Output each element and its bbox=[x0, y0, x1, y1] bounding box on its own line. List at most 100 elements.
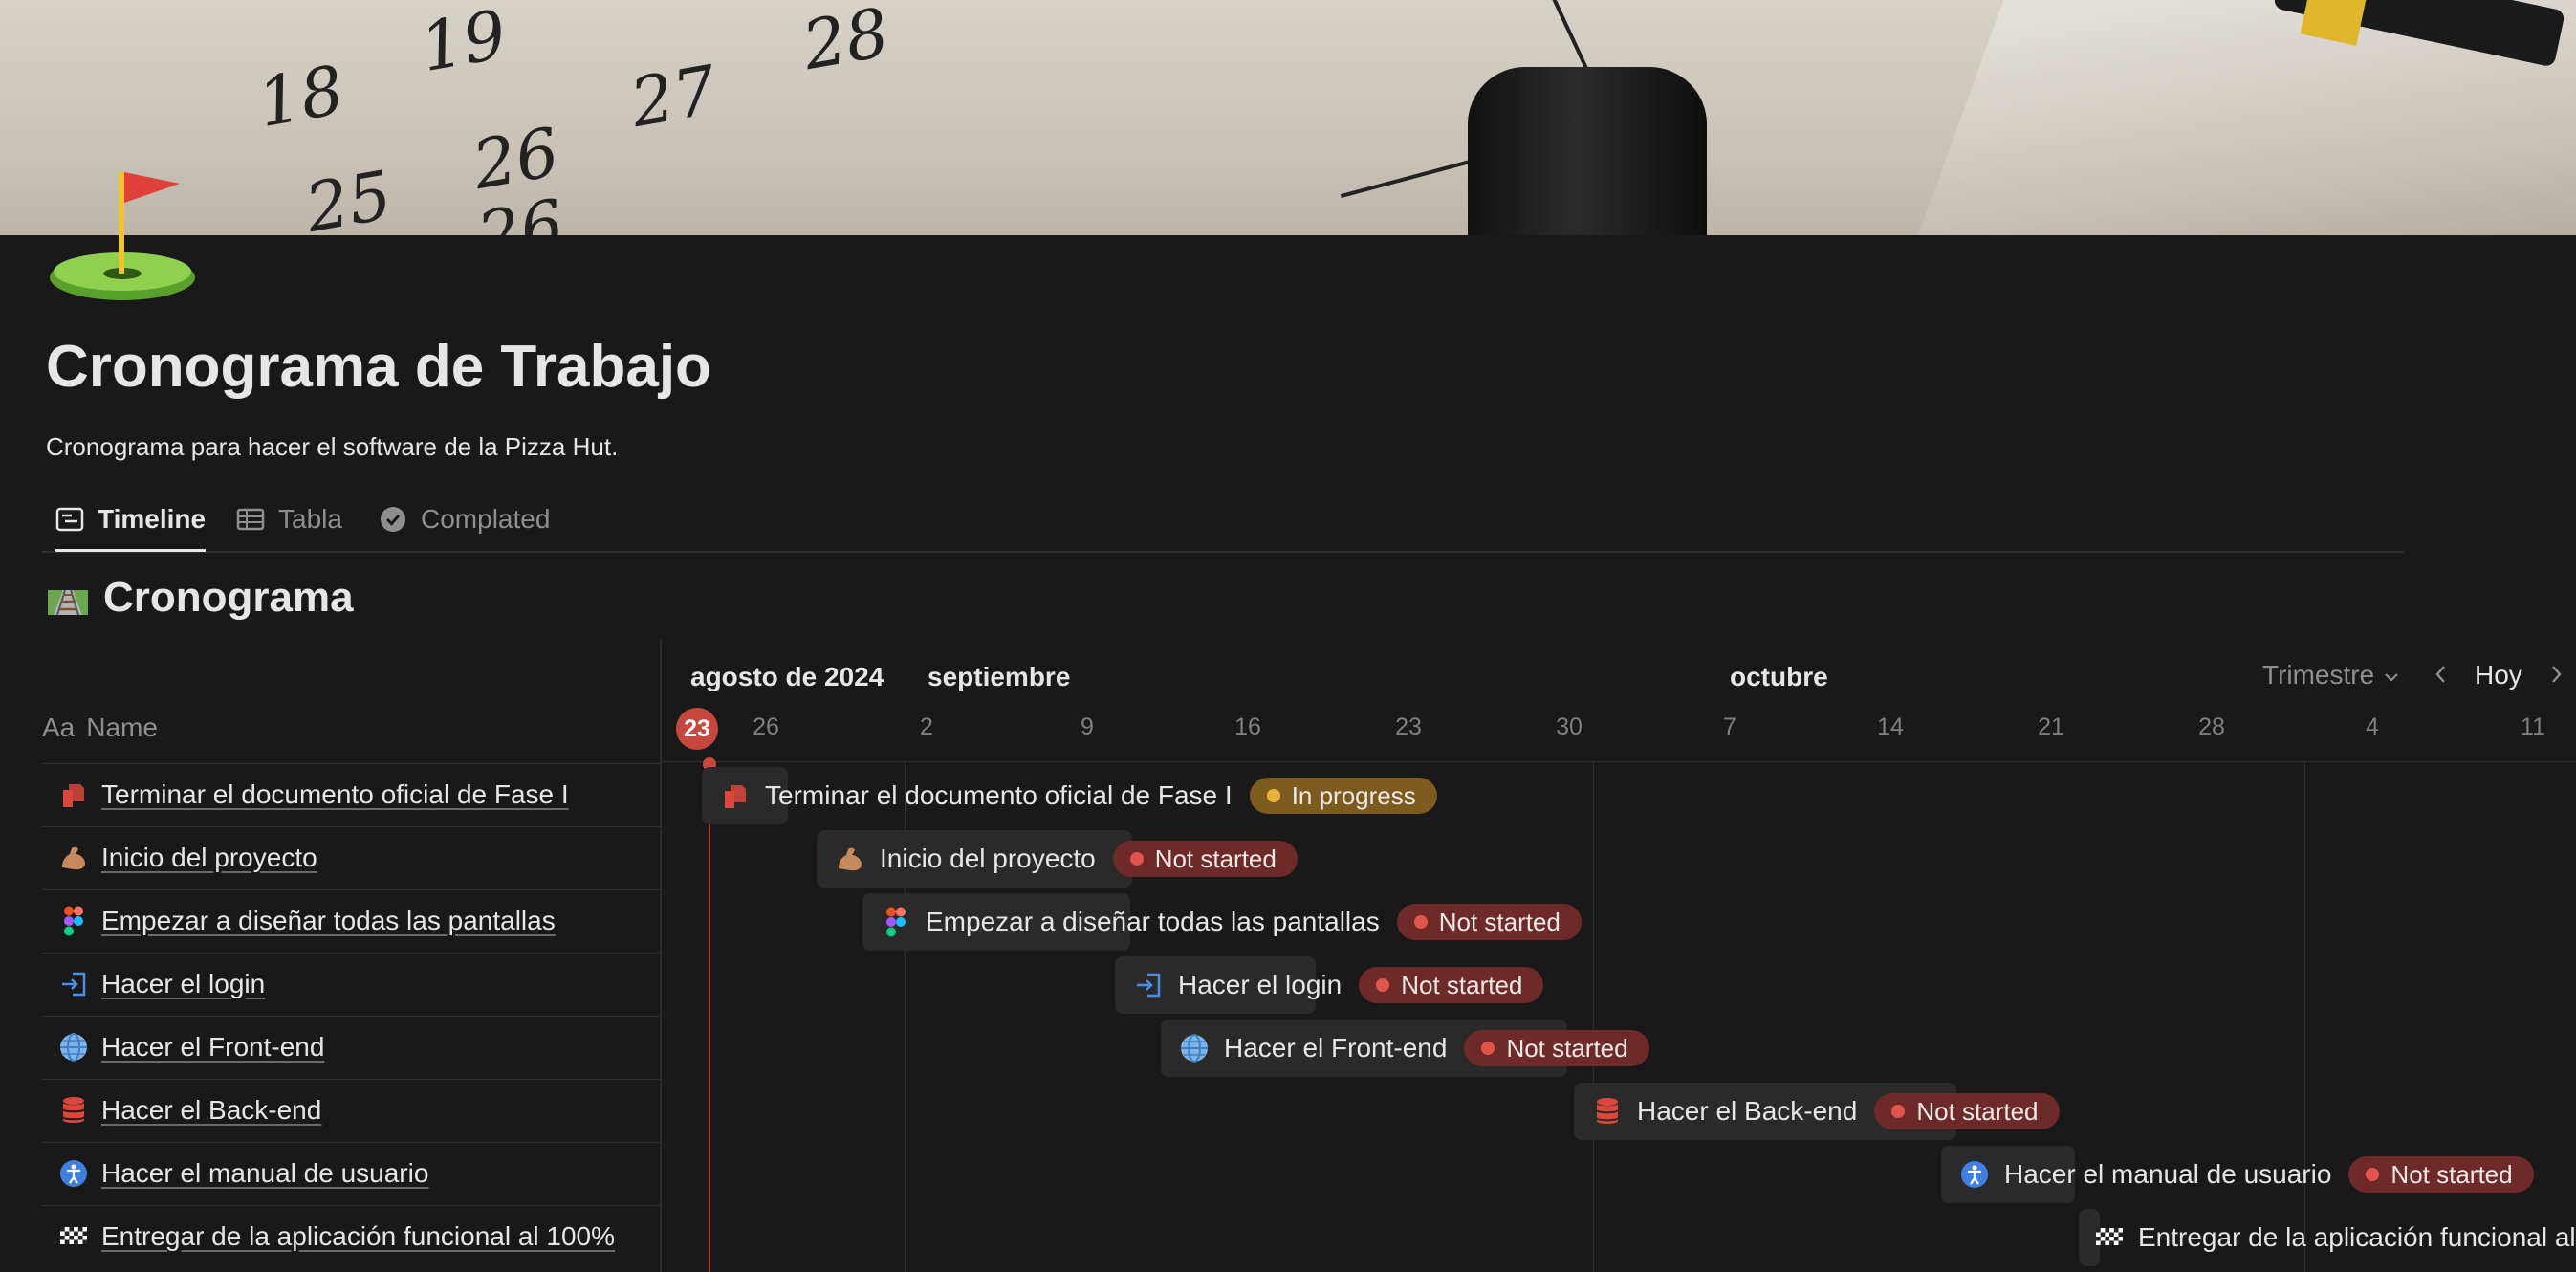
next-button[interactable] bbox=[2547, 662, 2565, 693]
cover-number: 25 bbox=[299, 155, 398, 235]
view-tabs: Timeline Tabla Complated bbox=[42, 490, 2404, 553]
tab-tabla[interactable]: Tabla bbox=[236, 490, 342, 549]
accessibility-icon bbox=[1958, 1158, 1991, 1191]
cover-number: 27 bbox=[624, 50, 723, 143]
task-bar-label[interactable]: Terminar el documento oficial de Fase I … bbox=[719, 767, 1437, 824]
document-icon bbox=[719, 779, 752, 812]
name-column-header[interactable]: Aa Name bbox=[42, 713, 158, 743]
database-icon bbox=[1591, 1095, 1624, 1128]
task-name[interactable]: Hacer el login bbox=[101, 969, 265, 999]
cover-image: 18 19 26 25 26 27 28 bbox=[0, 0, 2576, 235]
month-label: agosto de 2024 bbox=[690, 662, 884, 691]
task-name[interactable]: Hacer el Back-end bbox=[101, 1095, 321, 1126]
table-row[interactable]: Entregar de la aplicación funcional al 1… bbox=[42, 1205, 660, 1267]
status-label: Not started bbox=[1438, 907, 1561, 936]
table-row[interactable]: Hacer el manual de usuario bbox=[42, 1142, 660, 1204]
accessibility-icon bbox=[57, 1157, 90, 1190]
task-bar-label[interactable]: Inicio del proyecto Not started bbox=[834, 830, 1298, 888]
chevron-left-icon bbox=[2433, 663, 2450, 692]
month-label: septiembre bbox=[928, 662, 1071, 691]
task-name[interactable]: Hacer el Front-end bbox=[101, 1032, 324, 1063]
checkered-flag-icon bbox=[2094, 1221, 2125, 1254]
login-icon bbox=[1132, 969, 1165, 1001]
task-bar-label[interactable]: Hacer el Back-end Not started bbox=[1591, 1083, 2060, 1140]
tab-complated[interactable]: Complated bbox=[379, 490, 550, 549]
task-bar-label[interactable]: Hacer el manual de usuario Not started bbox=[1958, 1146, 2534, 1203]
task-bar-label[interactable]: Hacer el Front-end Not started bbox=[1178, 1020, 1649, 1077]
task-bar-title: Hacer el Back-end bbox=[1637, 1096, 1858, 1126]
task-name[interactable]: Inicio del proyecto bbox=[101, 843, 317, 873]
table-row[interactable]: Empezar a diseñar todas las pantallas bbox=[42, 889, 660, 952]
day-label: 7 bbox=[1723, 713, 1736, 740]
range-selector[interactable]: Trimestre bbox=[2262, 660, 2401, 691]
month-gridline bbox=[1593, 762, 1594, 1272]
task-bar-label[interactable]: Entregar de la aplicación funcional al 1… bbox=[2094, 1209, 2576, 1266]
day-label: 21 bbox=[2038, 713, 2064, 740]
table-row[interactable]: Hacer el login bbox=[42, 953, 660, 1015]
flexed-biceps-icon bbox=[834, 843, 866, 875]
task-name[interactable]: Entregar de la aplicación funcional al 1… bbox=[101, 1221, 615, 1252]
status-label: Not started bbox=[1916, 1096, 2039, 1126]
table-row[interactable]: Terminar el documento oficial de Fase I bbox=[42, 763, 660, 825]
table-row[interactable]: Hacer el Front-end bbox=[42, 1016, 660, 1078]
task-bar-title: Entregar de la aplicación funcional al 1… bbox=[2138, 1222, 2576, 1252]
figma-icon bbox=[57, 905, 90, 937]
check-circle-icon bbox=[379, 505, 407, 534]
task-name[interactable]: Empezar a diseñar todas las pantallas bbox=[101, 906, 556, 936]
task-bar-label[interactable]: Hacer el login Not started bbox=[1132, 956, 1544, 1014]
database-icon bbox=[57, 1094, 90, 1127]
prev-button[interactable] bbox=[2433, 662, 2450, 693]
day-label: 30 bbox=[1556, 713, 1583, 740]
day-label: 9 bbox=[1081, 713, 1094, 740]
task-bar-title: Hacer el login bbox=[1178, 970, 1343, 999]
flexed-biceps-icon bbox=[57, 842, 90, 874]
status-badge: Not started bbox=[1874, 1093, 2060, 1129]
database-title-label: Cronograma bbox=[103, 574, 354, 621]
day-label: 14 bbox=[1877, 713, 1904, 740]
today-button[interactable]: Hoy bbox=[2475, 660, 2522, 691]
timeline-icon bbox=[55, 505, 84, 534]
status-label: Not started bbox=[1154, 844, 1277, 873]
page-title: Cronograma de Trabajo bbox=[46, 334, 711, 400]
status-badge: Not started bbox=[1112, 841, 1298, 877]
page-description: Cronograma para hacer el software de la … bbox=[46, 432, 619, 461]
task-name[interactable]: Hacer el manual de usuario bbox=[101, 1158, 428, 1189]
status-label: Not started bbox=[1401, 970, 1523, 999]
timeline-header-divider bbox=[662, 761, 2576, 762]
task-bar-label[interactable]: Empezar a diseñar todas las pantallas No… bbox=[880, 893, 1582, 951]
month-label: octubre bbox=[1730, 662, 1828, 691]
range-label: Trimestre bbox=[2262, 660, 2375, 690]
table-row[interactable]: Hacer el Back-end bbox=[42, 1079, 660, 1141]
table-row[interactable]: Inicio del proyecto bbox=[42, 826, 660, 888]
cover-number: 18 bbox=[251, 50, 350, 143]
status-badge: In progress bbox=[1249, 778, 1437, 814]
database-title[interactable]: Cronograma bbox=[48, 574, 354, 622]
globe-icon bbox=[1178, 1032, 1211, 1064]
status-badge: Not started bbox=[2348, 1156, 2534, 1193]
figma-icon bbox=[880, 906, 912, 938]
tab-timeline[interactable]: Timeline bbox=[55, 490, 207, 552]
task-bar-title: Hacer el manual de usuario bbox=[2004, 1159, 2332, 1189]
status-label: In progress bbox=[1291, 780, 1416, 810]
status-badge: Not started bbox=[1464, 1030, 1649, 1066]
login-icon bbox=[57, 968, 90, 1000]
text-type-icon: Aa bbox=[42, 713, 76, 742]
golf-flag-icon[interactable] bbox=[46, 163, 199, 306]
globe-icon bbox=[57, 1031, 90, 1064]
task-bar-title: Empezar a diseñar todas las pantallas bbox=[926, 907, 1380, 936]
task-name[interactable]: Terminar el documento oficial de Fase I bbox=[101, 779, 569, 810]
day-label: 4 bbox=[2366, 713, 2379, 740]
day-label: 28 bbox=[2198, 713, 2225, 740]
day-label: 11 bbox=[2521, 713, 2545, 740]
status-label: Not started bbox=[2390, 1159, 2513, 1189]
pane-divider[interactable] bbox=[660, 639, 662, 1272]
day-label: 16 bbox=[1234, 713, 1261, 740]
status-label: Not started bbox=[1506, 1033, 1628, 1063]
task-bar-title: Terminar el documento oficial de Fase I bbox=[765, 780, 1233, 810]
status-badge: Not started bbox=[1396, 904, 1582, 940]
chevron-down-icon bbox=[2382, 660, 2401, 690]
chevron-right-icon bbox=[2547, 663, 2565, 692]
today-line bbox=[709, 761, 710, 1272]
day-label: 26 bbox=[753, 713, 779, 740]
tab-label: Complated bbox=[421, 504, 551, 534]
